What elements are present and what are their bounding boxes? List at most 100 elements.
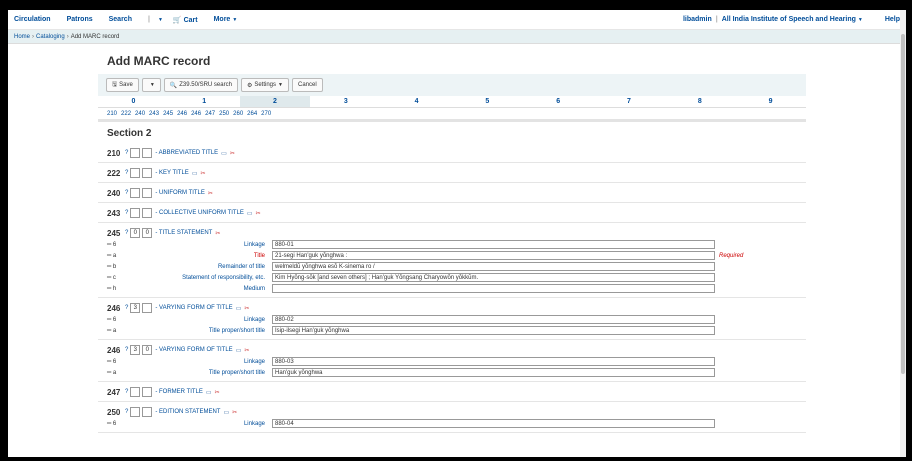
subfield-input[interactable]: 880-04 xyxy=(272,419,715,428)
repeat-field-icon[interactable]: ▭ xyxy=(221,150,227,157)
subfield-input[interactable]: 880-01 xyxy=(272,240,715,249)
subfield-input[interactable]: 880-03 xyxy=(272,357,715,366)
tag-link-270[interactable]: 270 xyxy=(261,111,271,117)
subfield-code[interactable]: ═ 6 xyxy=(107,421,129,427)
tag-link-247[interactable]: 247 xyxy=(205,111,215,117)
indicator-2-input[interactable] xyxy=(142,208,153,218)
tag-link-246[interactable]: 246 xyxy=(191,111,201,117)
z3950-search-button[interactable]: 🔍 Z39.50/SRU search xyxy=(163,78,238,92)
indicator-1-input[interactable] xyxy=(130,208,141,218)
save-button[interactable]: 🖫 Save xyxy=(106,78,139,92)
indicator-2-input[interactable]: 0 xyxy=(142,228,153,238)
subfield-input[interactable]: Han'guk yŏnghwa xyxy=(272,368,715,377)
tab-3[interactable]: 3 xyxy=(310,96,381,107)
indicator-1-input[interactable]: 3 xyxy=(130,303,141,313)
repeat-field-icon[interactable]: ▭ xyxy=(206,389,212,396)
help-link[interactable]: ? xyxy=(125,305,128,311)
tab-1[interactable]: 1 xyxy=(169,96,240,107)
help-link[interactable]: ? xyxy=(125,389,128,395)
indicator-1-input[interactable] xyxy=(130,188,141,198)
delete-field-icon[interactable]: ✂ xyxy=(256,210,261,217)
indicator-1-input[interactable] xyxy=(130,387,141,397)
tab-9[interactable]: 9 xyxy=(735,96,806,107)
nav-search[interactable]: Search xyxy=(109,16,132,23)
help-link[interactable]: ? xyxy=(125,190,128,196)
help-link[interactable]: ? xyxy=(125,409,128,415)
tab-2[interactable]: 2 xyxy=(239,96,311,107)
subfield-code[interactable]: ═ 6 xyxy=(107,317,129,323)
indicator-2-input[interactable] xyxy=(142,148,153,158)
help-link[interactable]: ? xyxy=(125,170,128,176)
breadcrumb-cataloging[interactable]: Cataloging xyxy=(36,34,65,40)
tag-link-243[interactable]: 243 xyxy=(149,111,159,117)
nav-help[interactable]: Help xyxy=(885,16,900,23)
subfield-code[interactable]: ═ a xyxy=(107,253,129,259)
settings-button[interactable]: ⚙ Settings ▼ xyxy=(240,78,289,92)
delete-field-icon[interactable]: ✂ xyxy=(215,389,220,396)
nav-more[interactable]: More ▼ xyxy=(214,16,238,23)
subfield-input[interactable]: 21-segi Han'guk yŏnghwa : xyxy=(272,251,715,260)
nav-cart[interactable]: 🛒 Cart xyxy=(173,16,198,24)
tag-link-245[interactable]: 245 xyxy=(163,111,173,117)
indicator-1-input[interactable] xyxy=(130,407,141,417)
help-link[interactable]: ? xyxy=(125,150,128,156)
subfield-code[interactable]: ═ a xyxy=(107,370,129,376)
subfield-input[interactable] xyxy=(272,284,715,293)
tag-link-264[interactable]: 264 xyxy=(247,111,257,117)
subfield-input[interactable]: 880-02 xyxy=(272,315,715,324)
indicator-2-input[interactable] xyxy=(142,387,153,397)
tab-7[interactable]: 7 xyxy=(594,96,665,107)
delete-field-icon[interactable]: ✂ xyxy=(215,230,220,237)
indicator-1-input[interactable]: 3 xyxy=(130,345,141,355)
tag-link-250[interactable]: 250 xyxy=(219,111,229,117)
help-link[interactable]: ? xyxy=(125,347,128,353)
tab-8[interactable]: 8 xyxy=(664,96,735,107)
subfield-code[interactable]: ═ b xyxy=(107,264,129,270)
tab-6[interactable]: 6 xyxy=(523,96,594,107)
tag-link-246[interactable]: 246 xyxy=(177,111,187,117)
help-link[interactable]: ? xyxy=(125,210,128,216)
delete-field-icon[interactable]: ✂ xyxy=(208,190,213,197)
tag-link-240[interactable]: 240 xyxy=(135,111,145,117)
subfield-input[interactable]: welmeldŭ yŏnghwa esŏ K-sinema ro / xyxy=(272,262,715,271)
scrollbar-thumb[interactable] xyxy=(901,34,905,374)
subfield-code[interactable]: ═ c xyxy=(107,275,129,281)
delete-field-icon[interactable]: ✂ xyxy=(200,170,205,177)
search-dropdown-toggle[interactable]: ▼ xyxy=(156,16,163,23)
nav-patrons[interactable]: Patrons xyxy=(67,16,93,23)
user-menu[interactable]: libadmin xyxy=(683,16,712,23)
nav-circulation[interactable]: Circulation xyxy=(14,16,51,23)
indicator-2-input[interactable]: 0 xyxy=(142,345,153,355)
subfield-input[interactable]: Kim Hyŏng-sŏk [and seven others] ; Han'g… xyxy=(272,273,715,282)
indicator-2-input[interactable] xyxy=(142,303,153,313)
tag-link-222[interactable]: 222 xyxy=(121,111,131,117)
repeat-field-icon[interactable]: ▭ xyxy=(192,170,198,177)
tab-4[interactable]: 4 xyxy=(381,96,452,107)
save-dropdown-button[interactable]: ▼ xyxy=(141,78,161,92)
tab-5[interactable]: 5 xyxy=(452,96,523,107)
subfield-input[interactable]: Isip-ilsegi Han'guk yŏnghwa xyxy=(272,326,715,335)
subfield-code[interactable]: ═ a xyxy=(107,328,129,334)
subfield-code[interactable]: ═ 6 xyxy=(107,242,129,248)
tag-link-260[interactable]: 260 xyxy=(233,111,243,117)
tab-0[interactable]: 0 xyxy=(98,96,169,107)
breadcrumb-home[interactable]: Home xyxy=(14,34,30,40)
repeat-field-icon[interactable]: ▭ xyxy=(223,409,229,416)
help-link[interactable]: ? xyxy=(125,230,128,236)
subfield-code[interactable]: ═ 6 xyxy=(107,359,129,365)
delete-field-icon[interactable]: ✂ xyxy=(232,409,237,416)
indicator-2-input[interactable] xyxy=(142,407,153,417)
indicator-1-input[interactable] xyxy=(130,148,141,158)
tag-link-210[interactable]: 210 xyxy=(107,111,117,117)
indicator-2-input[interactable] xyxy=(142,168,153,178)
cancel-button[interactable]: Cancel xyxy=(291,78,323,92)
repeat-field-icon[interactable]: ▭ xyxy=(236,347,242,354)
delete-field-icon[interactable]: ✂ xyxy=(230,150,235,157)
indicator-1-input[interactable]: 0 xyxy=(130,228,141,238)
library-menu[interactable]: All India Institute of Speech and Hearin… xyxy=(722,16,863,23)
repeat-field-icon[interactable]: ▭ xyxy=(247,210,253,217)
delete-field-icon[interactable]: ✂ xyxy=(244,305,249,312)
scrollbar[interactable] xyxy=(900,10,906,457)
subfield-code[interactable]: ═ h xyxy=(107,286,129,292)
indicator-1-input[interactable] xyxy=(130,168,141,178)
